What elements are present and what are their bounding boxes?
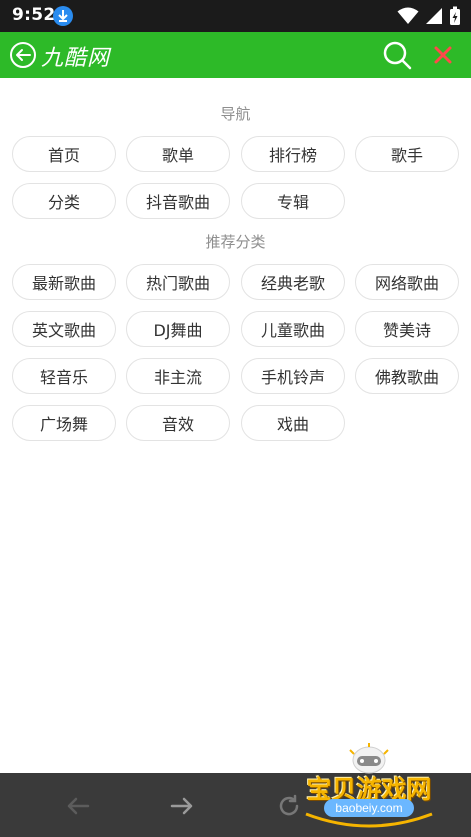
chip-playlist[interactable]: 歌单	[126, 136, 230, 172]
chip-latest-songs[interactable]: 最新歌曲	[12, 264, 116, 300]
chip-light-music[interactable]: 轻音乐	[12, 358, 116, 394]
chip-categories[interactable]: 分类	[12, 183, 116, 219]
status-bar: 9:52	[0, 0, 471, 32]
chip-hymns[interactable]: 赞美诗	[355, 311, 459, 347]
chip-buddhist-songs[interactable]: 佛教歌曲	[355, 358, 459, 394]
download-icon	[53, 6, 73, 26]
nav-forward-button[interactable]	[169, 793, 195, 819]
chip-non-mainstream[interactable]: 非主流	[126, 358, 230, 394]
chip-classic-songs[interactable]: 经典老歌	[241, 264, 345, 300]
chip-douyin-songs[interactable]: 抖音歌曲	[126, 183, 230, 219]
chip-english-songs[interactable]: 英文歌曲	[12, 311, 116, 347]
status-icons	[397, 5, 461, 27]
watermark-logo: 宝贝游戏网 baobeiy.com	[294, 742, 444, 834]
chip-square-dance[interactable]: 广场舞	[12, 405, 116, 441]
search-button[interactable]	[382, 40, 412, 70]
status-time: 9:52	[12, 5, 56, 25]
search-icon	[383, 41, 412, 70]
chip-singers[interactable]: 歌手	[355, 136, 459, 172]
chip-opera[interactable]: 戏曲	[241, 405, 345, 441]
chip-hot-songs[interactable]: 热门歌曲	[126, 264, 230, 300]
arrow-right-icon	[170, 797, 193, 815]
wifi-icon	[397, 7, 419, 24]
app-header: 九酷网	[0, 32, 471, 78]
back-arrow-icon	[10, 42, 36, 68]
chip-dj-dance[interactable]: DJ舞曲	[126, 311, 230, 347]
chip-internet-songs[interactable]: 网络歌曲	[355, 264, 459, 300]
signal-icon	[426, 8, 442, 24]
chip-ringtones[interactable]: 手机铃声	[241, 358, 345, 394]
chip-home[interactable]: 首页	[12, 136, 116, 172]
close-button[interactable]	[431, 43, 455, 67]
chip-albums[interactable]: 专辑	[241, 183, 345, 219]
arrow-left-icon	[67, 797, 90, 815]
chip-sound-effects[interactable]: 音效	[126, 405, 230, 441]
section-title-recommended: 推荐分类	[205, 233, 266, 251]
section-title-nav: 导航	[220, 105, 251, 123]
back-button[interactable]	[9, 41, 37, 69]
close-icon	[434, 46, 452, 64]
app-title: 九酷网	[41, 46, 111, 71]
chip-charts[interactable]: 排行榜	[241, 136, 345, 172]
watermark-swoosh	[305, 812, 433, 828]
battery-icon	[450, 6, 460, 25]
chip-children-songs[interactable]: 儿童歌曲	[241, 311, 345, 347]
nav-back-button[interactable]	[65, 793, 91, 819]
